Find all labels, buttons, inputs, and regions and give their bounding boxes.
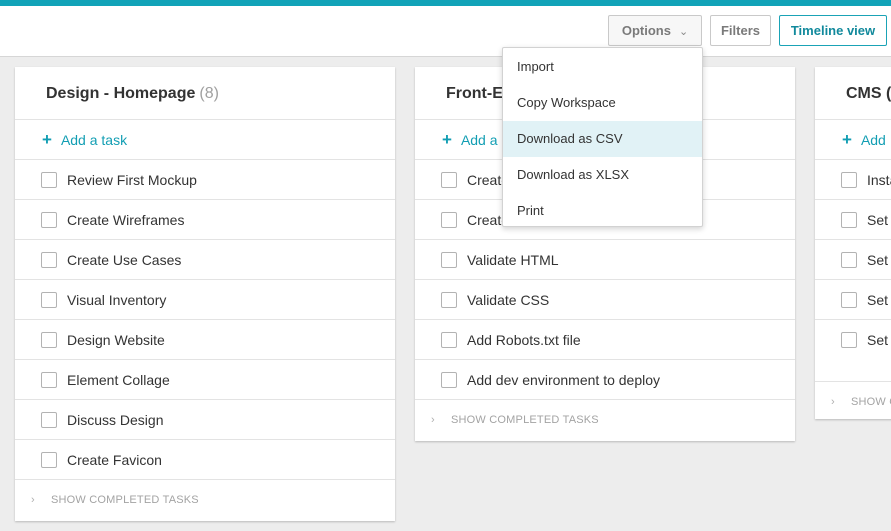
plus-icon: + bbox=[442, 130, 452, 149]
chevron-down-icon: ⌄ bbox=[678, 26, 689, 38]
show-completed-tasks[interactable]: › SHOW COMPLETED TASKS bbox=[15, 480, 395, 520]
task-checkbox[interactable] bbox=[41, 332, 57, 348]
task-checkbox[interactable] bbox=[841, 212, 857, 228]
task-checkbox[interactable] bbox=[41, 412, 57, 428]
task-label: Design Website bbox=[67, 332, 165, 348]
task-label: Discuss Design bbox=[67, 412, 164, 428]
task-label: Validate CSS bbox=[467, 292, 550, 308]
task-row[interactable]: Element Collage bbox=[15, 360, 395, 400]
task-list-design-homepage: Design - Homepage (8) + Add a task Review … bbox=[15, 67, 395, 521]
menu-item-print[interactable]: Print bbox=[503, 193, 702, 229]
options-dropdown-menu: Import Copy Workspace Download as CSV Do… bbox=[502, 47, 703, 227]
list-title[interactable]: Design - Homepage (8) bbox=[15, 67, 395, 120]
show-completed-tasks[interactable]: › SHOW COMPLETED TASKS bbox=[415, 400, 795, 440]
task-checkbox[interactable] bbox=[441, 252, 457, 268]
task-checkbox[interactable] bbox=[841, 172, 857, 188]
task-row[interactable]: Set bbox=[815, 240, 891, 280]
menu-item-import[interactable]: Import bbox=[503, 49, 702, 85]
list-title-text: Design - Homepage bbox=[46, 85, 196, 102]
task-label: Add dev environment to deploy bbox=[467, 372, 661, 388]
show-completed-label: SHOW C bbox=[851, 396, 891, 408]
task-label: Create Wireframes bbox=[67, 212, 185, 228]
task-label: Validate HTML bbox=[467, 252, 559, 268]
task-row[interactable]: Create Favicon bbox=[15, 440, 395, 480]
task-row[interactable]: Set bbox=[815, 280, 891, 320]
task-label: Set bbox=[867, 212, 889, 228]
timeline-view-button[interactable]: Timeline view bbox=[779, 15, 887, 46]
chevron-right-icon: › bbox=[831, 396, 835, 408]
task-row[interactable]: Add dev environment to deploy bbox=[415, 360, 795, 400]
list-title[interactable]: CMS ( bbox=[815, 67, 891, 120]
menu-item-copy-workspace[interactable]: Copy Workspace bbox=[503, 85, 702, 121]
add-task-label: Add a bbox=[460, 132, 498, 148]
options-label: Options bbox=[621, 23, 671, 38]
task-count: (8) bbox=[199, 85, 219, 102]
task-row[interactable]: Review First Mockup bbox=[15, 160, 395, 200]
task-row[interactable]: Design Website bbox=[15, 320, 395, 360]
show-completed-tasks[interactable]: › SHOW C bbox=[815, 382, 891, 422]
add-task-button[interactable]: + Add a task bbox=[15, 120, 395, 160]
task-checkbox[interactable] bbox=[441, 292, 457, 308]
task-row[interactable]: Insta bbox=[815, 160, 891, 200]
task-label: Visual Inventory bbox=[67, 292, 167, 308]
task-checkbox[interactable] bbox=[441, 372, 457, 388]
task-list-cms: CMS ( + Add Insta Set Set Set Set char › S… bbox=[815, 67, 891, 419]
task-label: Create Use Cases bbox=[67, 252, 182, 268]
task-checkbox[interactable] bbox=[41, 252, 57, 268]
task-row[interactable]: Discuss Design bbox=[15, 400, 395, 440]
filters-button[interactable]: Filters bbox=[710, 15, 771, 46]
task-checkbox[interactable] bbox=[41, 372, 57, 388]
task-checkbox[interactable] bbox=[841, 292, 857, 308]
task-checkbox[interactable] bbox=[41, 452, 57, 468]
list-title-text: Front-E bbox=[446, 85, 503, 102]
task-checkbox[interactable] bbox=[41, 212, 57, 228]
add-task-label: Add a task bbox=[60, 132, 128, 148]
task-label: Set bbox=[867, 252, 889, 268]
toolbar: Options ⌄ Filters Timeline view bbox=[0, 6, 891, 57]
chevron-right-icon: › bbox=[431, 414, 435, 426]
task-label: Create Favicon bbox=[67, 452, 162, 468]
menu-item-download-csv[interactable]: Download as CSV bbox=[503, 121, 702, 157]
task-checkbox[interactable] bbox=[841, 332, 857, 348]
task-row[interactable]: Create Wireframes bbox=[15, 200, 395, 240]
task-row[interactable]: Add Robots.txt file bbox=[415, 320, 795, 360]
task-checkbox[interactable] bbox=[441, 332, 457, 348]
task-label: Insta bbox=[867, 172, 891, 188]
task-row[interactable]: Create Use Cases bbox=[15, 240, 395, 280]
task-row[interactable]: Validate CSS bbox=[415, 280, 795, 320]
plus-icon: + bbox=[42, 130, 52, 149]
task-label: Set char bbox=[867, 332, 891, 348]
task-label: Add Robots.txt file bbox=[467, 332, 581, 348]
task-row[interactable]: Set char bbox=[815, 320, 891, 382]
task-checkbox[interactable] bbox=[41, 292, 57, 308]
task-row[interactable]: Visual Inventory bbox=[15, 280, 395, 320]
list-title-text: CMS ( bbox=[846, 85, 891, 102]
task-label: Review First Mockup bbox=[67, 172, 197, 188]
options-button[interactable]: Options ⌄ bbox=[608, 15, 702, 46]
task-row[interactable]: Validate HTML bbox=[415, 240, 795, 280]
task-row[interactable]: Set bbox=[815, 200, 891, 240]
task-label: Element Collage bbox=[67, 372, 170, 388]
task-checkbox[interactable] bbox=[41, 172, 57, 188]
chevron-right-icon: › bbox=[31, 494, 35, 506]
add-task-label: Add bbox=[860, 132, 886, 148]
task-checkbox[interactable] bbox=[441, 172, 457, 188]
plus-icon: + bbox=[842, 130, 852, 149]
task-checkbox[interactable] bbox=[841, 252, 857, 268]
show-completed-label: SHOW COMPLETED TASKS bbox=[51, 494, 199, 506]
add-task-button[interactable]: + Add bbox=[815, 120, 891, 160]
task-checkbox[interactable] bbox=[441, 212, 457, 228]
task-label: Set bbox=[867, 292, 889, 308]
menu-item-download-xlsx[interactable]: Download as XLSX bbox=[503, 157, 702, 193]
show-completed-label: SHOW COMPLETED TASKS bbox=[451, 414, 599, 426]
